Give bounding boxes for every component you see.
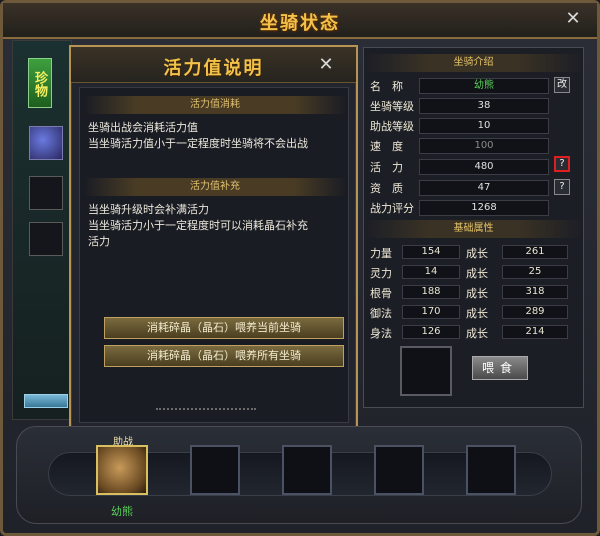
window-title: 坐骑状态 [260, 13, 340, 34]
intro-header: 坐骑介绍 [364, 54, 583, 72]
aptitude-help-button[interactable]: ? [554, 179, 570, 195]
feed-all-button[interactable]: 消耗碎晶（晶石）喂养所有坐骑 [104, 345, 344, 367]
active-mount-name: 幼熊 [111, 505, 133, 518]
title-bar: 坐骑状态 ✕ [3, 3, 597, 39]
vitality-value: 480 [419, 159, 549, 175]
growth-label: 成长 [466, 267, 488, 280]
aptitude-value: 47 [419, 180, 549, 196]
growth-value: 214 [502, 325, 568, 339]
assist-level-label: 助战等级 [370, 120, 414, 133]
dialog-title: 活力值说明 [163, 58, 264, 79]
name-value: 幼熊 [419, 78, 549, 94]
score-label: 战力评分 [370, 202, 414, 215]
mount-info-panel: 坐骑介绍 名 称 幼熊 改 坐骑等级 38 助战等级 10 速 度 100 活 … [363, 47, 584, 408]
dialog-scroll-indicator [156, 408, 256, 412]
attr-label: 身法 [370, 327, 392, 340]
name-label: 名 称 [370, 80, 403, 93]
growth-value: 25 [502, 265, 568, 279]
empty-mount-slot[interactable] [29, 222, 63, 256]
speed-label: 速 度 [370, 140, 403, 153]
score-value: 1268 [419, 200, 549, 216]
mount-slot[interactable] [466, 445, 516, 495]
window-close-icon[interactable]: ✕ [563, 9, 583, 29]
attr-value: 14 [402, 265, 460, 279]
dialog-header: 活力值说明 ✕ [71, 47, 356, 83]
attrs-header: 基础属性 [364, 220, 583, 238]
dialog-body: 活力值消耗 坐骑出战会消耗活力值 当坐骑活力值小于一定程度时坐骑将不会出战 活力… [79, 87, 349, 423]
growth-value: 261 [502, 245, 568, 259]
growth-value: 318 [502, 285, 568, 299]
feed-button[interactable]: 喂食 [472, 356, 528, 380]
level-label: 坐骑等级 [370, 100, 414, 113]
section-refill-header: 活力值补充 [84, 178, 346, 196]
vitality-help-button[interactable]: ? [554, 156, 570, 172]
attr-value: 154 [402, 245, 460, 259]
vitality-info-dialog: 活力值说明 ✕ 活力值消耗 坐骑出战会消耗活力值 当坐骑活力值小于一定程度时坐骑… [69, 45, 358, 434]
refill-line-2: 当坐骑活力小于一定程度时可以消耗晶石补充 [88, 219, 308, 232]
mount-slot[interactable] [282, 445, 332, 495]
attr-label: 根骨 [370, 287, 392, 300]
attr-label: 御法 [370, 307, 392, 320]
attr-label: 力量 [370, 247, 392, 260]
mount-slot[interactable] [374, 445, 424, 495]
vitality-label: 活 力 [370, 161, 403, 174]
mount-slot[interactable] [190, 445, 240, 495]
level-value: 38 [419, 98, 549, 114]
refill-line-3: 活力 [88, 235, 110, 248]
active-mount-slot[interactable] [96, 445, 148, 495]
feed-current-button[interactable]: 消耗碎晶（晶石）喂养当前坐骑 [104, 317, 344, 339]
consume-line-1: 坐骑出战会消耗活力值 [88, 121, 198, 134]
rename-button[interactable]: 改 [554, 77, 570, 93]
aptitude-label: 资 质 [370, 182, 403, 195]
consume-line-2: 当坐骑活力值小于一定程度时坐骑将不会出战 [88, 137, 308, 150]
rare-tab[interactable]: 珍物 [28, 58, 52, 108]
attr-value: 170 [402, 305, 460, 319]
attr-value: 126 [402, 325, 460, 339]
growth-label: 成长 [466, 287, 488, 300]
empty-mount-slot[interactable] [29, 176, 63, 210]
growth-label: 成长 [466, 307, 488, 320]
speed-value: 100 [419, 138, 549, 154]
left-progress-bar [24, 394, 68, 408]
dialog-close-icon[interactable]: ✕ [316, 55, 336, 75]
mount-portrait-icon[interactable] [29, 126, 63, 160]
attr-label: 灵力 [370, 267, 392, 280]
growth-value: 289 [502, 305, 568, 319]
growth-label: 成长 [466, 247, 488, 260]
growth-label: 成长 [466, 327, 488, 340]
assist-level-value: 10 [419, 118, 549, 134]
section-consume-header: 活力值消耗 [84, 96, 346, 114]
refill-line-1: 当坐骑升级时会补满活力 [88, 203, 209, 216]
attr-value: 188 [402, 285, 460, 299]
feed-item-slot[interactable] [400, 346, 452, 396]
